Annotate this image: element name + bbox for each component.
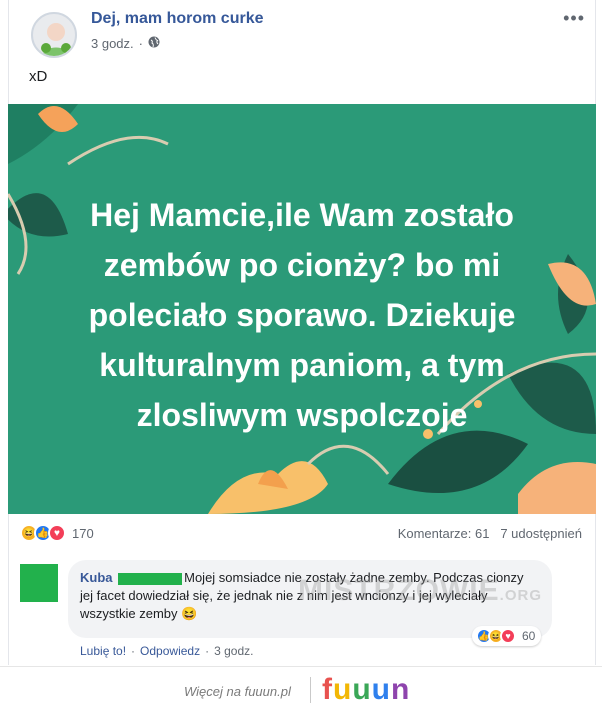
brand-logo[interactable]: fuuun [322,673,410,707]
reaction-count[interactable]: 170 [72,526,94,541]
divider [310,677,311,703]
love-reaction-icon: ♥ [48,524,66,542]
brand-letter: n [390,673,411,706]
post-stats: 😆 👍 ♥ 170 Komentarze: 61 7 udostępnień [20,522,582,546]
redacted-name [118,572,183,585]
like-button[interactable]: Lubię to! [80,644,126,658]
comment-author[interactable]: Kuba [80,570,113,585]
laughing-emoji-icon: 😆 [181,606,198,621]
post-meta: 3 godz. · [91,36,160,51]
comment-time[interactable]: 3 godz. [214,644,253,658]
love-reaction-icon: ♥ [500,628,516,644]
shares-count[interactable]: 7 udostępnień [500,526,582,541]
reactions-summary[interactable]: 😆 👍 ♥ 170 [20,524,94,542]
watermark: MISTRZOWIE.ORG [298,574,542,607]
reply-button[interactable]: Odpowiedz [140,644,200,658]
page-name[interactable]: Dej, mam horom curke [91,10,264,28]
post-image[interactable]: Hej Mamcie,ile Wam zostało zembów po cio… [8,104,596,514]
brand-letter: u [352,673,372,706]
commenter-avatar[interactable] [20,564,58,602]
comment-reactions[interactable]: 👍 😆 ♥ 60 [472,626,542,646]
page-avatar[interactable] [31,12,77,58]
comment-reaction-count: 60 [522,629,536,643]
more-link[interactable]: Więcej na fuuun.pl [184,684,291,699]
comment: MISTRZOWIE.ORG Kuba Mojej somsiadce nie … [20,560,582,660]
brand-letter: u [371,673,391,706]
comments-count[interactable]: Komentarze: 61 [398,526,490,541]
image-caption: Hej Mamcie,ile Wam zostało zembów po cio… [88,197,516,433]
post-time[interactable]: 3 godz. [91,36,134,51]
comment-actions: Lubię to! · Odpowiedz · 3 godz. [80,644,254,658]
post-header: Dej, mam horom curke 3 godz. · ••• [19,6,585,60]
post-text: xD [29,68,48,85]
brand-letter: f [322,673,333,706]
brand-letter: u [333,673,353,706]
more-options-icon[interactable]: ••• [563,8,585,29]
engagement-counts: Komentarze: 61 7 udostępnień [398,526,582,541]
globe-icon [148,36,160,51]
site-footer: Więcej na fuuun.pl fuuun [0,666,602,711]
